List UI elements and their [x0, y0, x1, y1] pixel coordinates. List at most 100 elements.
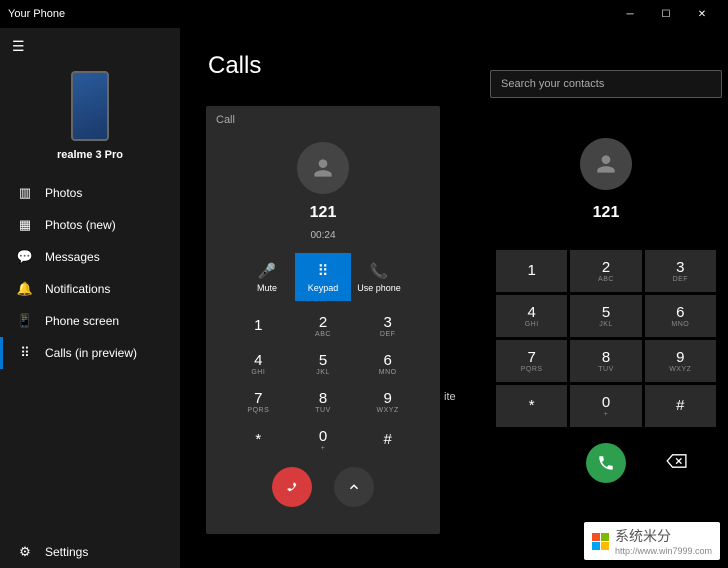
sidebar-item-photos-new[interactable]: ▦ Photos (new)	[0, 209, 180, 241]
dial-key-9[interactable]: 9WXYZ	[355, 383, 420, 421]
hangup-button[interactable]	[272, 467, 312, 507]
dial-key-3[interactable]: 3DEF	[645, 250, 716, 292]
dial-key-2[interactable]: 2ABC	[291, 307, 356, 345]
dial-key-letters: PQRS	[521, 366, 543, 373]
dial-key-#[interactable]: #	[355, 421, 420, 459]
dial-key-letters: DEF	[673, 276, 689, 283]
dial-key-*[interactable]: *	[226, 421, 291, 459]
sidebar-item-label: Photos (new)	[45, 218, 116, 232]
chevron-up-icon	[347, 480, 361, 494]
dial-key-number: 9	[383, 391, 391, 406]
dial-key-number: 5	[602, 305, 610, 320]
backspace-icon	[666, 453, 688, 469]
dial-key-2[interactable]: 2ABC	[570, 250, 641, 292]
dial-key-1[interactable]: 1	[496, 250, 567, 292]
dial-key-0[interactable]: 0+	[291, 421, 356, 459]
dial-key-letters: WXYZ	[669, 366, 691, 373]
dialer-keypad: 12ABC3DEF4GHI5JKL6MNO7PQRS8TUV9WXYZ*0+#	[490, 250, 722, 427]
watermark-text: 系统米分	[615, 526, 712, 546]
window-controls: ─ ☐ ✕	[612, 0, 720, 28]
phone-icon	[597, 454, 615, 472]
sidebar-item-messages[interactable]: 💬 Messages	[0, 241, 180, 273]
sidebar: ☰ realme 3 Pro ▥ Photos ▦ Photos (new) 💬…	[0, 28, 180, 568]
dial-key-number: 2	[319, 315, 327, 330]
maximize-button[interactable]: ☐	[648, 0, 684, 28]
dial-key-1[interactable]: 1	[226, 307, 291, 345]
dial-key-number: 4	[527, 305, 535, 320]
dial-key-number: 8	[319, 391, 327, 406]
use-phone-label: Use phone	[357, 283, 401, 293]
dial-key-6[interactable]: 6MNO	[355, 345, 420, 383]
dial-key-number: 0	[319, 429, 327, 444]
dial-key-7[interactable]: 7PQRS	[226, 383, 291, 421]
messages-icon: 💬	[17, 249, 33, 265]
keypad-label: Keypad	[308, 283, 339, 293]
sidebar-item-calls[interactable]: ⠿ Calls (in preview)	[0, 337, 180, 369]
minimize-button[interactable]: ─	[612, 0, 648, 28]
titlebar: Your Phone ─ ☐ ✕	[0, 0, 728, 28]
dial-key-letters: JKL	[316, 369, 330, 376]
dial-key-5[interactable]: 5JKL	[570, 295, 641, 337]
dialer-number: 121	[490, 204, 722, 222]
call-actions: 🎤 Mute ⠿ Keypad 📞 Use phone	[206, 253, 440, 301]
dial-key-6[interactable]: 6MNO	[645, 295, 716, 337]
hangup-icon	[283, 478, 301, 496]
dial-key-8[interactable]: 8TUV	[570, 340, 641, 382]
dial-key-4[interactable]: 4GHI	[226, 345, 291, 383]
dial-key-9[interactable]: 9WXYZ	[645, 340, 716, 382]
dial-key-4[interactable]: 4GHI	[496, 295, 567, 337]
person-icon	[310, 155, 336, 181]
use-phone-button[interactable]: 📞 Use phone	[351, 253, 407, 301]
main: ☰ realme 3 Pro ▥ Photos ▦ Photos (new) 💬…	[0, 28, 728, 568]
mute-icon: 🎤	[258, 262, 277, 280]
dial-key-number: 1	[527, 263, 535, 278]
search-input[interactable]: Search your contacts	[490, 70, 722, 98]
dialer-bottom-controls	[490, 443, 722, 483]
call-button[interactable]	[586, 443, 626, 483]
dial-key-letters: GHI	[525, 321, 539, 328]
dial-key-0[interactable]: 0+	[570, 385, 641, 427]
dial-key-letters: TUV	[315, 407, 331, 414]
sidebar-item-photos[interactable]: ▥ Photos	[0, 177, 180, 209]
avatar	[580, 138, 632, 190]
microsoft-logo-icon	[592, 533, 609, 550]
dial-key-7[interactable]: 7PQRS	[496, 340, 567, 382]
phone-screen-icon: 📱	[17, 313, 33, 329]
keypad-button[interactable]: ⠿ Keypad	[295, 253, 351, 301]
call-timer: 00:24	[206, 230, 440, 241]
sidebar-item-label: Phone screen	[45, 314, 119, 328]
dial-key-letters: MNO	[671, 321, 689, 328]
dial-key-letters: +	[604, 411, 609, 418]
hamburger-icon[interactable]: ☰	[0, 32, 180, 61]
dial-key-5[interactable]: 5JKL	[291, 345, 356, 383]
call-number: 121	[206, 204, 440, 222]
person-icon	[593, 151, 619, 177]
dial-key-*[interactable]: *	[496, 385, 567, 427]
phone-preview: realme 3 Pro	[0, 61, 180, 177]
dial-key-number: 8	[602, 350, 610, 365]
sidebar-footer: ⚙ Settings	[0, 536, 180, 568]
dial-key-#[interactable]: #	[645, 385, 716, 427]
dial-key-letters: TUV	[598, 366, 614, 373]
sidebar-item-phone-screen[interactable]: 📱 Phone screen	[0, 305, 180, 337]
dial-key-3[interactable]: 3DEF	[355, 307, 420, 345]
dial-key-8[interactable]: 8TUV	[291, 383, 356, 421]
dial-key-number: 3	[676, 260, 684, 275]
truncated-text: ite	[444, 391, 456, 403]
sidebar-item-label: Photos	[45, 186, 82, 200]
phone-frame-icon	[71, 71, 109, 141]
phone-name: realme 3 Pro	[57, 149, 123, 161]
sidebar-item-label: Notifications	[45, 282, 110, 296]
sidebar-item-settings[interactable]: ⚙ Settings	[0, 536, 180, 568]
dial-key-number: 3	[383, 315, 391, 330]
mute-button[interactable]: 🎤 Mute	[239, 253, 295, 301]
app-title: Your Phone	[8, 8, 612, 20]
sidebar-item-label: Settings	[45, 545, 88, 559]
backspace-button[interactable]	[666, 453, 688, 474]
dial-key-number: 2	[602, 260, 610, 275]
dial-key-number: 7	[254, 391, 262, 406]
collapse-button[interactable]	[334, 467, 374, 507]
close-button[interactable]: ✕	[684, 0, 720, 28]
sidebar-item-notifications[interactable]: 🔔 Notifications	[0, 273, 180, 305]
dial-key-number: *	[529, 398, 535, 413]
